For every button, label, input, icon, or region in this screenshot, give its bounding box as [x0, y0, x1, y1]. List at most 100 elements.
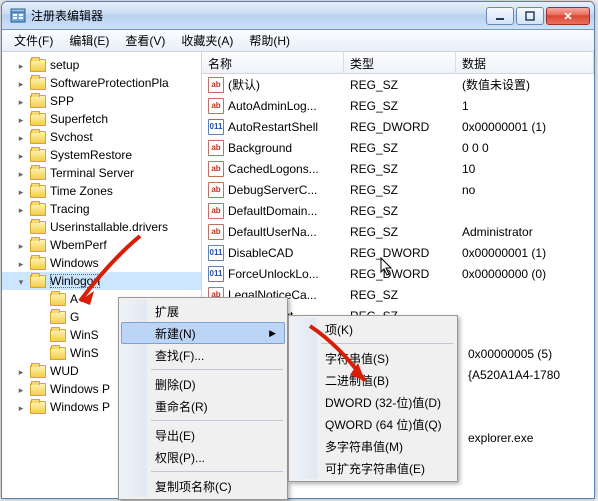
value-name: DisableCAD: [228, 246, 293, 260]
value-type: REG_SZ: [344, 141, 456, 155]
list-row[interactable]: ab(默认)REG_SZ(数值未设置): [202, 74, 594, 95]
list-row[interactable]: abAutoAdminLog...REG_SZ1: [202, 95, 594, 116]
tree-item-label: Tracing: [50, 202, 90, 216]
value-dword-icon: 011: [208, 245, 224, 261]
tree-item[interactable]: Time Zones: [2, 182, 201, 200]
folder-icon: [50, 311, 66, 324]
menu-help[interactable]: 帮助(H): [241, 30, 298, 51]
folder-icon: [30, 383, 46, 396]
list-row[interactable]: ab Background REG_SZ0 0 0: [202, 137, 594, 158]
tree-item[interactable]: Userinstallable.drivers: [2, 218, 201, 236]
ctx-new-binary[interactable]: 二进制值(B): [291, 369, 455, 391]
tree-item-label: Terminal Server: [50, 166, 134, 180]
value-type: REG_SZ: [344, 162, 456, 176]
tree-item-label: Userinstallable.drivers: [50, 220, 168, 234]
folder-icon: [30, 365, 46, 378]
expand-toggle-icon[interactable]: [16, 130, 26, 144]
close-button[interactable]: [546, 7, 590, 25]
expand-toggle-icon[interactable]: [16, 94, 26, 108]
data-fragment: 0x00000005 (5): [468, 347, 552, 361]
expand-toggle-icon[interactable]: [16, 76, 26, 90]
tree-item[interactable]: Terminal Server: [2, 164, 201, 182]
menu-file[interactable]: 文件(F): [6, 30, 61, 51]
value-data: 0 0 0: [456, 141, 594, 155]
ctx-rename[interactable]: 重命名(R): [121, 395, 285, 417]
col-header-name[interactable]: 名称: [202, 52, 344, 73]
tree-item[interactable]: setup: [2, 56, 201, 74]
tree-item-label: Windows P: [50, 400, 110, 414]
list-row[interactable]: 011AutoRestartShellREG_DWORD0x00000001 (…: [202, 116, 594, 137]
menu-edit[interactable]: 编辑(E): [61, 30, 117, 51]
list-row[interactable]: abCachedLogons...REG_SZ10: [202, 158, 594, 179]
ctx-permissions[interactable]: 权限(P)...: [121, 446, 285, 468]
expand-toggle-icon[interactable]: [16, 202, 26, 216]
tree-item-label: Svchost: [50, 130, 93, 144]
tree-item-label: setup: [50, 58, 79, 72]
ctx-expand[interactable]: 扩展: [121, 300, 285, 322]
expand-toggle-icon[interactable]: [16, 400, 26, 414]
list-row[interactable]: 011ForceUnlockLo...REG_DWORD0x00000000 (…: [202, 263, 594, 284]
value-string-icon: ab: [208, 140, 224, 156]
expand-toggle-icon[interactable]: [16, 256, 26, 270]
expand-toggle-icon[interactable]: [16, 148, 26, 162]
ctx-delete[interactable]: 删除(D): [121, 373, 285, 395]
value-type: REG_SZ: [344, 99, 456, 113]
tree-item[interactable]: Svchost: [2, 128, 201, 146]
tree-item[interactable]: SystemRestore: [2, 146, 201, 164]
value-data: 10: [456, 162, 594, 176]
expand-toggle-icon[interactable]: [16, 58, 26, 72]
ctx-new-string[interactable]: 字符串值(S): [291, 347, 455, 369]
menu-view[interactable]: 查看(V): [117, 30, 173, 51]
ctx-new-multistring[interactable]: 多字符串值(M): [291, 435, 455, 457]
expand-toggle-icon[interactable]: [16, 112, 26, 126]
expand-toggle-icon[interactable]: [16, 166, 26, 180]
folder-icon: [30, 203, 46, 216]
value-type: REG_SZ: [344, 204, 456, 218]
ctx-find[interactable]: 查找(F)...: [121, 344, 285, 366]
list-row[interactable]: abDefaultDomain...REG_SZ: [202, 200, 594, 221]
folder-icon: [30, 149, 46, 162]
col-header-type[interactable]: 类型: [344, 52, 456, 73]
folder-icon: [30, 95, 46, 108]
ctx-new-key[interactable]: 项(K): [291, 318, 455, 340]
titlebar[interactable]: 注册表编辑器: [2, 2, 594, 30]
expand-toggle-icon[interactable]: [16, 184, 26, 198]
expand-toggle-icon[interactable]: [16, 274, 26, 288]
value-dword-icon: 011: [208, 119, 224, 135]
value-type: REG_SZ: [344, 78, 456, 92]
ctx-export[interactable]: 导出(E): [121, 424, 285, 446]
expand-toggle-icon[interactable]: [16, 364, 26, 378]
folder-icon: [30, 77, 46, 90]
ctx-copy-key-name[interactable]: 复制项名称(C): [121, 475, 285, 497]
ctx-new-dword[interactable]: DWORD (32-位)值(D): [291, 391, 455, 413]
maximize-button[interactable]: [516, 7, 544, 25]
tree-item[interactable]: WbemPerf: [2, 236, 201, 254]
tree-item-label: SoftwareProtectionPla: [50, 76, 169, 90]
tree-item[interactable]: Windows: [2, 254, 201, 272]
list-row[interactable]: abDefaultUserNa...REG_SZAdministrator: [202, 221, 594, 242]
context-menu-new: 项(K) 字符串值(S) 二进制值(B) DWORD (32-位)值(D) QW…: [288, 315, 458, 482]
tree-item[interactable]: Tracing: [2, 200, 201, 218]
ctx-new-expandstring[interactable]: 可扩充字符串值(E): [291, 457, 455, 479]
ctx-new-qword[interactable]: QWORD (64 位)值(Q): [291, 413, 455, 435]
list-row[interactable]: 011DisableCADREG_DWORD0x00000001 (1): [202, 242, 594, 263]
value-string-icon: ab: [208, 224, 224, 240]
value-name: (默认): [228, 76, 260, 93]
tree-item-label: WUD: [50, 364, 79, 378]
minimize-button[interactable]: [486, 7, 514, 25]
tree-item[interactable]: SPP: [2, 92, 201, 110]
value-data: Administrator: [456, 225, 594, 239]
value-type: REG_DWORD: [344, 267, 456, 281]
folder-icon: [30, 221, 46, 234]
expand-toggle-icon[interactable]: [16, 382, 26, 396]
tree-item[interactable]: SoftwareProtectionPla: [2, 74, 201, 92]
ctx-new[interactable]: 新建(N)▶: [121, 322, 285, 344]
list-row[interactable]: abDebugServerC...REG_SZno: [202, 179, 594, 200]
col-header-data[interactable]: 数据: [456, 52, 594, 73]
menu-favorites[interactable]: 收藏夹(A): [173, 30, 241, 51]
value-name: DebugServerC...: [228, 183, 317, 197]
expand-toggle-icon[interactable]: [16, 238, 26, 252]
value-name: Background: [228, 141, 292, 155]
tree-item[interactable]: Superfetch: [2, 110, 201, 128]
tree-item[interactable]: Winlogon: [2, 272, 201, 290]
